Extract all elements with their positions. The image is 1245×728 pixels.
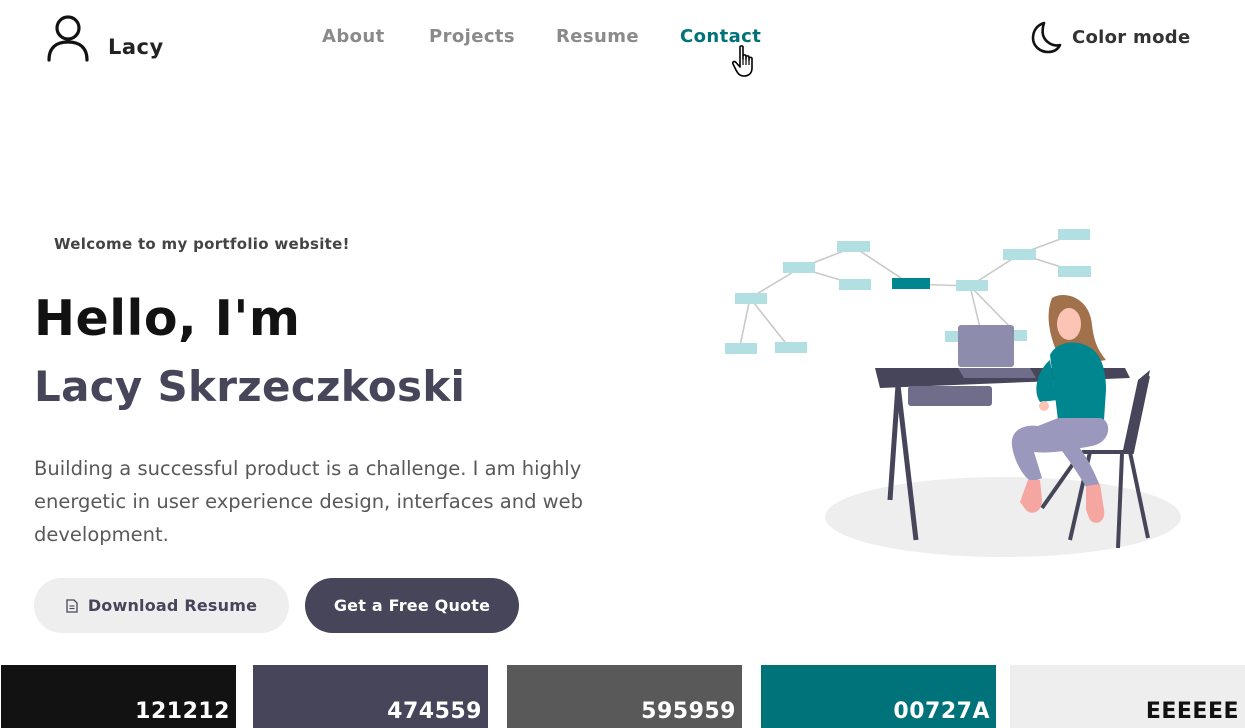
document-icon <box>66 598 78 613</box>
swatch-label: 00727A <box>893 699 990 724</box>
swatch-EEEEEE: EEEEEE <box>1010 665 1245 728</box>
user-icon <box>47 15 89 62</box>
hero-description: Building a successful product is a chall… <box>34 457 583 546</box>
download-resume-label: Download Resume <box>87 596 258 615</box>
swatch-474559: 474559 <box>253 665 488 728</box>
nav-link-projects[interactable]: Projects <box>429 26 515 47</box>
download-resume-button[interactable]: Download Resume <box>34 578 289 633</box>
hero-greeting: Hello, I'm <box>34 290 301 347</box>
color-mode-label: Color mode <box>1072 26 1191 48</box>
hero-illustration <box>725 229 1181 557</box>
swatch-label: 121212 <box>135 699 230 724</box>
hand-pointer-cursor-icon <box>732 45 753 77</box>
floor-shadow <box>825 477 1181 557</box>
nav-link-about[interactable]: About <box>322 26 385 47</box>
swatch-label: 595959 <box>641 699 736 724</box>
swatch-00727A: 00727A <box>761 665 996 728</box>
site-header: Lacy About Projects Resume Contact Color… <box>0 0 1245 90</box>
hero-name: Lacy Skrzeczkoski <box>34 362 466 411</box>
brand-logo[interactable]: Lacy <box>44 14 164 62</box>
color-mode-toggle[interactable]: Color mode <box>1030 20 1190 54</box>
welcome-text: Welcome to my portfolio website! <box>54 235 350 253</box>
moon-icon <box>1031 21 1062 54</box>
swatch-label: 474559 <box>387 699 482 724</box>
swatch-595959: 595959 <box>507 665 742 728</box>
nav-link-resume[interactable]: Resume <box>556 26 639 47</box>
brand-name: Lacy <box>108 35 164 59</box>
free-quote-label: Get a Free Quote <box>333 596 491 615</box>
free-quote-button[interactable]: Get a Free Quote <box>305 578 519 633</box>
swatch-121212: 121212 <box>1 665 236 728</box>
swatch-label: EEEEEE <box>1145 699 1239 724</box>
